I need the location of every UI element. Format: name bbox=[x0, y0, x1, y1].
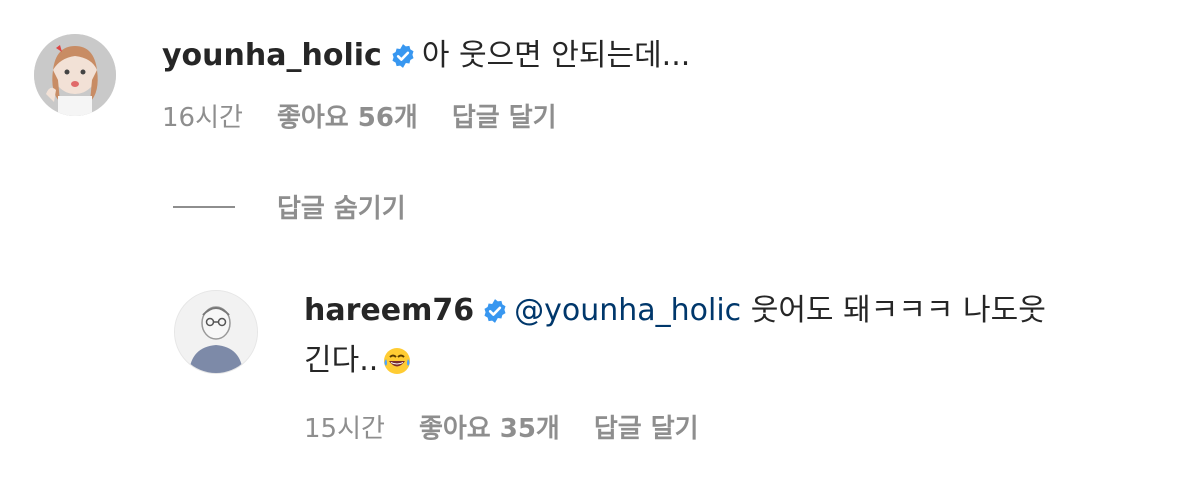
verified-badge-icon bbox=[390, 37, 416, 83]
reply-reply-button[interactable]: 답글 달기 bbox=[594, 408, 699, 445]
reply-meta: 15시간 좋아요 35개 답글 달기 bbox=[304, 408, 1046, 445]
reply-button[interactable]: 답글 달기 bbox=[452, 97, 557, 134]
hide-replies-button[interactable]: 답글 숨기기 bbox=[173, 188, 406, 225]
hide-replies-label: 답글 숨기기 bbox=[277, 194, 406, 224]
reply-text-line-2: 긴다.. bbox=[304, 338, 1046, 390]
reply-text-part-1: 웃어도 돼ㅋㅋㅋ 나도웃 bbox=[750, 293, 1046, 328]
comment-text-line: younha_holic 아 웃으면 안되는데... bbox=[162, 33, 690, 83]
reply-username[interactable]: hareem76 bbox=[304, 293, 474, 328]
reply-item: hareem76 @younha_holic 웃어도 돼ㅋㅋㅋ 나도웃 긴다.. … bbox=[174, 290, 1046, 445]
comment-text: 아 웃으면 안되는데... bbox=[421, 38, 691, 73]
divider-line bbox=[173, 205, 235, 208]
reply-time[interactable]: 15시간 bbox=[304, 408, 385, 445]
comment-meta: 16시간 좋아요 56개 답글 달기 bbox=[162, 97, 690, 134]
avatar-illustration-icon bbox=[175, 291, 257, 373]
comment-likes[interactable]: 좋아요 56개 bbox=[277, 97, 418, 134]
reply-avatar[interactable] bbox=[174, 290, 258, 374]
comment-item: younha_holic 아 웃으면 안되는데... 16시간 좋아요 56개 답… bbox=[34, 34, 690, 134]
avatar[interactable] bbox=[34, 34, 116, 116]
reply-likes[interactable]: 좋아요 35개 bbox=[419, 408, 560, 445]
mention-link[interactable]: @younha_holic bbox=[514, 293, 741, 328]
comment-time[interactable]: 16시간 bbox=[162, 97, 243, 134]
verified-badge-icon bbox=[482, 292, 508, 338]
comment-username[interactable]: younha_holic bbox=[162, 38, 382, 73]
avatar-illustration-icon bbox=[34, 34, 116, 116]
reply-text-line-1: hareem76 @younha_holic 웃어도 돼ㅋㅋㅋ 나도웃 bbox=[304, 288, 1046, 338]
laughing-emoji-icon bbox=[382, 344, 412, 390]
reply-text-part-2: 긴다.. bbox=[304, 343, 379, 378]
